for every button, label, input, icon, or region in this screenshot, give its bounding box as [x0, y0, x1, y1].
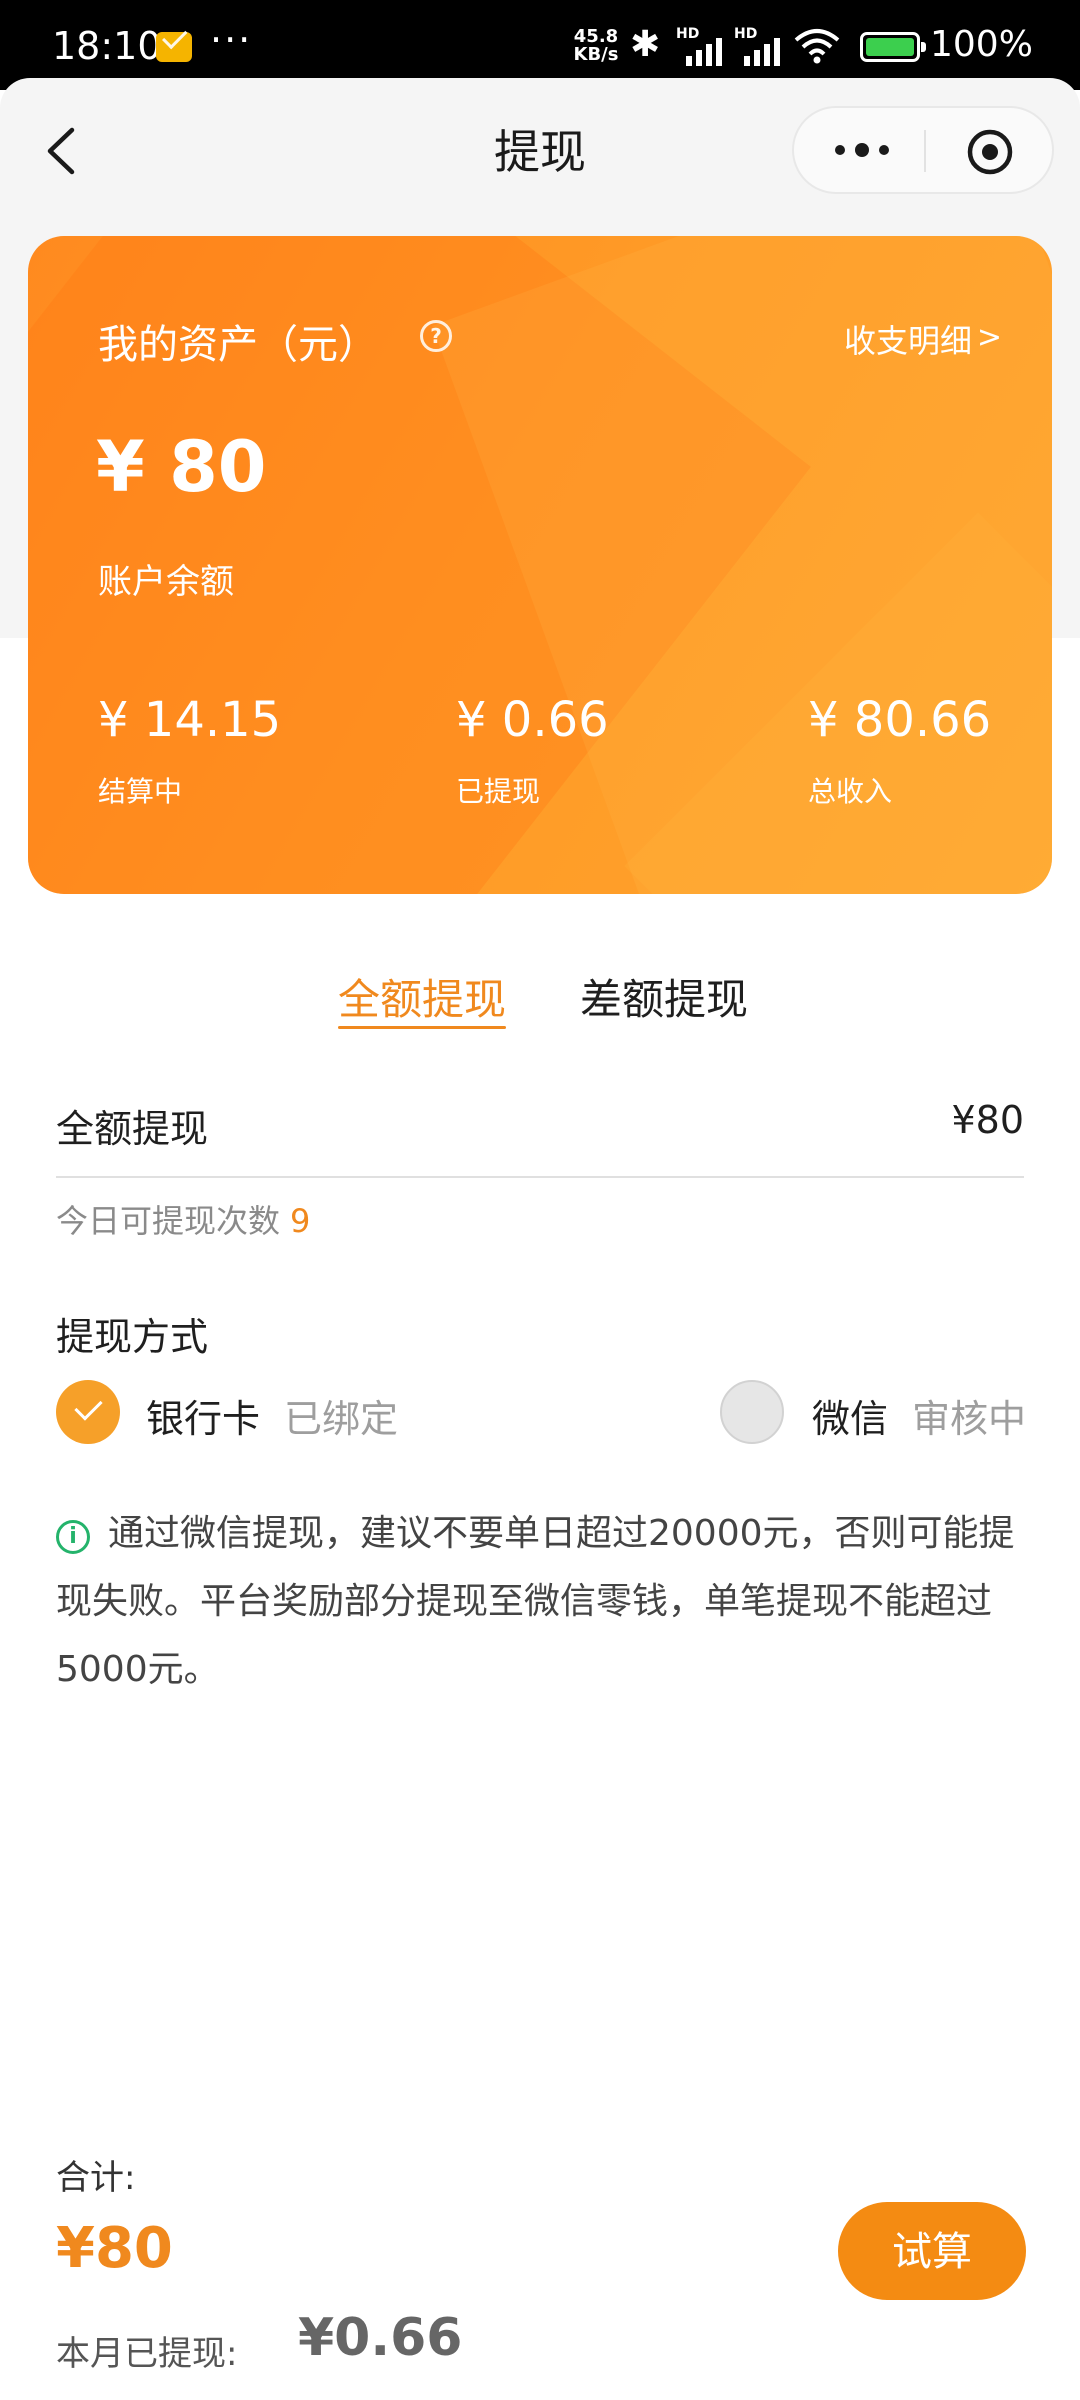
- total-value: ¥80: [56, 2216, 173, 2281]
- stat-total-income: ¥ 80.66 总收入: [808, 692, 991, 810]
- month-withdrawn-value: ¥0.66: [298, 2308, 463, 2368]
- withdraw-amount-value: ¥80: [951, 1098, 1024, 1142]
- method-name: 微信: [812, 1397, 889, 1441]
- method-name: 银行卡: [146, 1397, 261, 1441]
- wifi-icon: [794, 29, 840, 64]
- tab-full-withdraw[interactable]: 全额提现: [338, 966, 507, 1029]
- capsule-divider: [924, 130, 926, 172]
- stat-label: 已提现: [456, 775, 541, 808]
- stat-value: ¥ 14.15: [98, 692, 282, 748]
- net-speed: 45.8 KB/s: [566, 28, 626, 64]
- withdraw-times-left: 今日可提现次数 9: [56, 1196, 310, 1242]
- withdraw-amount-label: 全额提现: [56, 1107, 209, 1151]
- signal-icon: HD: [734, 26, 786, 66]
- status-time: 18:10: [52, 24, 162, 68]
- withdraw-notice: i 通过微信提现，建议不要单日超过20000元，否则可能提现失败。平台奖励部分提现…: [56, 1500, 1028, 1704]
- stat-label: 总收入: [808, 775, 893, 808]
- tab-label: 全额提现: [338, 975, 507, 1024]
- withdraw-amount-row: 全额提现 ¥80: [56, 1098, 1024, 1178]
- account-balance: ¥ 80: [96, 426, 267, 508]
- status-bar: 18:10 ··· 45.8 KB/s ✱ HD HD 100%: [0, 0, 1080, 90]
- method-state: 审核中: [912, 1397, 1027, 1441]
- stat-label: 结算中: [98, 775, 183, 808]
- stat-value: ¥ 0.66: [456, 692, 609, 748]
- mail-icon: [156, 32, 192, 62]
- info-icon: i: [56, 1520, 90, 1554]
- assets-label: 我的资产（元）: [98, 322, 378, 368]
- stat-value: ¥ 80.66: [808, 692, 992, 748]
- calculate-button[interactable]: 试算: [838, 2202, 1026, 2300]
- help-icon[interactable]: ?: [420, 320, 452, 352]
- signal-icon: HD: [676, 26, 728, 66]
- tab-difference-withdraw[interactable]: 差额提现: [580, 966, 748, 1027]
- miniprogram-capsule: [792, 106, 1054, 194]
- chevron-right-icon[interactable]: >: [977, 320, 1002, 355]
- method-state: 已绑定: [284, 1397, 399, 1441]
- radio-checked-icon[interactable]: [56, 1380, 120, 1444]
- month-withdrawn-label: 本月已提现:: [56, 2334, 238, 2374]
- times-label: 今日可提现次数: [56, 1202, 281, 1240]
- bluetooth-icon: ✱: [630, 24, 661, 65]
- tab-label: 差额提现: [580, 975, 749, 1024]
- method-option-bank-card[interactable]: 银行卡 已绑定: [56, 1380, 476, 1446]
- withdraw-tabs: 全额提现 差额提现: [0, 966, 1080, 1056]
- notification-more-icon: ···: [210, 18, 253, 62]
- total-label: 合计:: [56, 2158, 136, 2198]
- income-detail-link[interactable]: 收支明细: [844, 316, 972, 362]
- more-dots-icon[interactable]: [832, 138, 892, 162]
- method-title: 提现方式: [56, 1315, 209, 1359]
- target-icon[interactable]: [966, 128, 1014, 176]
- method-option-wechat[interactable]: 微信 审核中: [720, 1380, 1030, 1446]
- asset-card: 我的资产（元） ? 收支明细 > ¥ 80 账户余额 ¥ 14.15 结算中 ¥…: [28, 236, 1052, 894]
- battery-percent: 100%: [930, 24, 1033, 65]
- stat-withdrawn: ¥ 0.66 已提现: [456, 692, 609, 810]
- account-balance-label: 账户余额: [98, 562, 234, 602]
- net-speed-unit: KB/s: [573, 44, 619, 65]
- notice-text: 通过微信提现，建议不要单日超过20000元，否则可能提现失败。平台奖励部分提现至…: [56, 1513, 1015, 1690]
- stat-settling: ¥ 14.15 结算中: [98, 692, 281, 810]
- tab-underline: [338, 1026, 507, 1029]
- battery-icon: [860, 32, 926, 62]
- radio-unchecked-icon[interactable]: [720, 1380, 784, 1444]
- times-value: 9: [290, 1202, 311, 1240]
